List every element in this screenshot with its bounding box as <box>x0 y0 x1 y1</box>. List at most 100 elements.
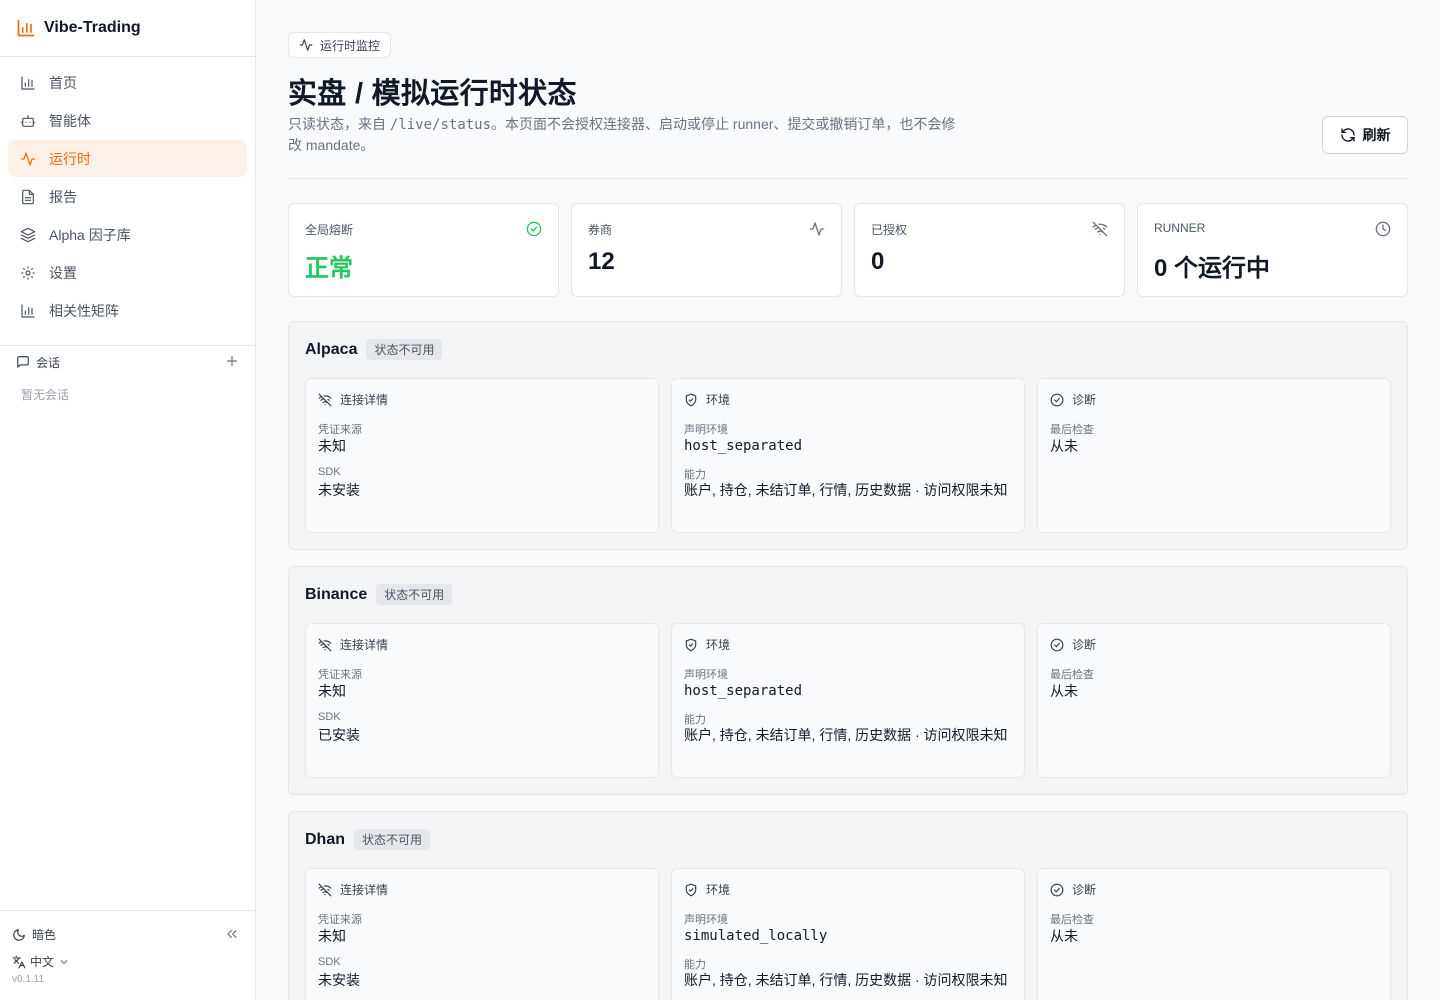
stat-value: 12 <box>588 248 615 275</box>
broker-header: Binance 状态不可用 <box>305 584 453 605</box>
stat-card-circuit-breaker: 全局熔断 正常 <box>288 203 559 297</box>
section-chip-label: 运行时监控 <box>320 38 381 53</box>
refresh-label: 刷新 <box>1362 127 1391 143</box>
broker-header: Dhan 状态不可用 <box>305 829 431 850</box>
diagnostics-panel: 诊断 最后检查 从未 <box>1037 868 1391 1000</box>
sidebar-item-label: 相关性矩阵 <box>49 302 119 319</box>
panel-title: 诊断 <box>1072 638 1097 652</box>
status-badge: 状态不可用 <box>366 339 443 360</box>
sidebar-item-home[interactable]: 首页 <box>8 64 247 101</box>
last-check-label: 最后检查 <box>1050 424 1094 436</box>
check-circle-icon <box>1050 883 1064 896</box>
declared-env-label: 声明环境 <box>684 424 728 436</box>
brand[interactable]: Vibe-Trading <box>0 0 255 57</box>
language-label: 中文 <box>30 955 55 969</box>
credential-value: 未知 <box>318 928 346 944</box>
app-version: v0.1.11 <box>12 974 45 985</box>
declared-env-label: 声明环境 <box>684 669 728 681</box>
sidebar-item-alpha[interactable]: Alpha 因子库 <box>8 216 247 253</box>
panel-title: 环境 <box>706 638 731 652</box>
wifi-off-icon <box>1092 221 1108 237</box>
sidebar-item-label: 运行时 <box>49 150 91 167</box>
last-check-value: 从未 <box>1050 438 1078 454</box>
panel-header: 环境 <box>684 636 730 653</box>
stat-value: 0 个运行中 <box>1154 255 1271 282</box>
chevron-down-icon <box>60 959 68 964</box>
header-divider <box>288 178 1408 179</box>
layers-icon <box>20 227 36 242</box>
panel-title: 诊断 <box>1072 393 1097 407</box>
last-check-value: 从未 <box>1050 928 1078 944</box>
language-select[interactable]: 中文 <box>12 953 70 970</box>
panel-header: 连接详情 <box>318 881 388 898</box>
file-text-icon <box>22 189 34 204</box>
shield-check-icon <box>685 393 697 406</box>
credential-label: 凭证来源 <box>318 424 362 436</box>
sidebar-item-label: 设置 <box>49 264 77 281</box>
status-badge: 状态不可用 <box>354 829 431 850</box>
capabilities-value: 账户, 持仓, 未结订单, 行情, 历史数据 · 访问权限未知 <box>684 482 1008 498</box>
last-check-label: 最后检查 <box>1050 914 1094 926</box>
stat-label: RUNNER <box>1154 221 1206 235</box>
declared-env-value: host_separated <box>684 438 803 454</box>
credential-value: 未知 <box>318 683 346 699</box>
stat-label: 全局熔断 <box>305 223 354 237</box>
credential-label: 凭证来源 <box>318 914 362 926</box>
last-check-value: 从未 <box>1050 683 1078 699</box>
sessions-title: 会话 <box>36 355 61 370</box>
message-square-icon <box>17 356 29 368</box>
collapse-sidebar-icon[interactable] <box>224 926 240 942</box>
status-badge: 状态不可用 <box>376 584 453 605</box>
sdk-label: SDK <box>318 466 341 478</box>
credential-label: 凭证来源 <box>318 669 362 681</box>
sidebar-item-label: 智能体 <box>49 112 91 129</box>
sdk-value: 已安装 <box>318 727 360 743</box>
refresh-button[interactable]: 刷新 <box>1322 116 1408 154</box>
stat-card-brokers: 券商 12 <box>571 203 842 297</box>
shield-check-icon <box>685 883 697 896</box>
connection-panel: 连接详情 凭证来源 未知 SDK 未安装 <box>305 868 659 1000</box>
wifi-off-icon <box>318 883 332 896</box>
broker-name: Dhan <box>305 830 345 848</box>
broker-card-dhan: Dhan 状态不可用 连接详情 凭证来源 未知 SDK 未安装 环境 声明环境 … <box>288 811 1408 1000</box>
sdk-label: SDK <box>318 711 341 723</box>
stat-card-authorized: 已授权 0 <box>854 203 1125 297</box>
sidebar-item-correlation[interactable]: 相关性矩阵 <box>8 292 247 329</box>
page-description: 只读状态，来自 /live/status。本页面不会授权连接器、启动或停止 ru… <box>288 114 968 155</box>
panel-header: 诊断 <box>1050 881 1096 898</box>
sidebar-item-runtime[interactable]: 运行时 <box>8 140 247 177</box>
sidebar-item-reports[interactable]: 报告 <box>8 178 247 215</box>
clock-icon <box>1375 221 1391 237</box>
diagnostics-panel: 诊断 最后检查 从未 <box>1037 623 1391 778</box>
section-chip: 运行时监控 <box>288 32 392 58</box>
stat-label: 已授权 <box>871 223 908 237</box>
bot-icon <box>20 114 36 127</box>
wifi-off-icon <box>318 393 332 406</box>
last-check-label: 最后检查 <box>1050 669 1094 681</box>
credential-value: 未知 <box>318 438 346 454</box>
activity-icon <box>20 151 36 166</box>
page-title: 实盘 / 模拟运行时状态 <box>288 78 577 110</box>
bar-chart-icon <box>21 303 35 318</box>
sidebar-nav: 首页 智能体 运行时 报告 Alpha 因子库 设置 相关性矩阵 <box>0 57 255 329</box>
environment-panel: 环境 声明环境 host_separated 能力 账户, 持仓, 未结订单, … <box>671 378 1025 533</box>
stat-value: 0 <box>871 248 885 275</box>
broker-header: Alpaca 状态不可用 <box>305 339 443 360</box>
panel-title: 连接详情 <box>340 883 389 897</box>
sidebar-divider <box>0 910 255 911</box>
sidebar-item-agents[interactable]: 智能体 <box>8 102 247 139</box>
brand-title: Vibe-Trading <box>44 19 141 36</box>
sessions-header: 会话 <box>16 353 240 371</box>
panel-header: 诊断 <box>1050 391 1096 408</box>
stat-label: 券商 <box>588 223 613 237</box>
panel-header: 环境 <box>684 391 730 408</box>
bar-chart-icon <box>17 19 35 37</box>
add-session-icon[interactable] <box>224 353 240 369</box>
declared-env-value: host_separated <box>684 683 803 699</box>
sidebar-divider <box>0 345 255 346</box>
activity-icon <box>299 39 313 51</box>
shield-check-icon <box>685 638 697 651</box>
sidebar-item-settings[interactable]: 设置 <box>8 254 247 291</box>
broker-name: Binance <box>305 585 368 603</box>
theme-toggle[interactable]: 暗色 <box>12 926 240 943</box>
